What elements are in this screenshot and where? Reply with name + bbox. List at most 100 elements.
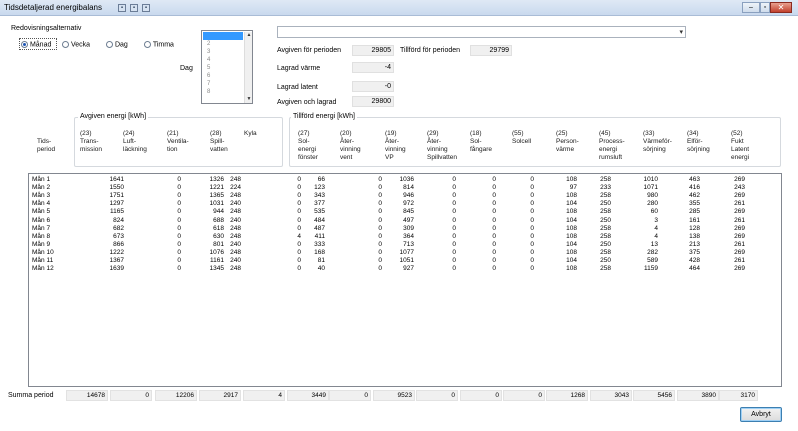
column-header: (34) Elför- sörjning (687, 130, 710, 153)
table-row[interactable]: Mån 5 1165 0 944 248 0 535 0 845 0 0 0 108 258 60 285 26… (29, 208, 781, 216)
table-cell: 0 (177, 208, 181, 216)
table-row[interactable]: Mån 8 673 0 630 248 4 411 0 364 0 0 0 108 258 4 138 269 (29, 233, 781, 241)
table-cell: 343 (314, 192, 325, 200)
scroll-up-icon[interactable]: ▲ (245, 32, 253, 38)
list-item[interactable]: 7 (207, 81, 210, 87)
table-cell: 0 (492, 232, 496, 240)
table-cell: 250 (600, 216, 611, 224)
selected-day-item[interactable] (203, 32, 243, 40)
table-cell: 250 (600, 257, 611, 264)
save-icon[interactable]: ▪ (130, 4, 138, 12)
pin-icon[interactable]: ▪ (118, 4, 126, 12)
close-button[interactable]: ✕ (770, 2, 792, 13)
column-header: (24) Luft- läckning (123, 130, 147, 153)
list-item[interactable]: 6 (207, 73, 210, 79)
table-cell: 377 (314, 200, 325, 208)
scroll-down-icon[interactable]: ▼ (245, 96, 253, 102)
table-cell: 128 (689, 224, 700, 232)
total-value: 12206 (155, 390, 197, 401)
chevron-down-icon[interactable]: ▾ (679, 28, 683, 36)
list-item[interactable]: 3 (207, 49, 210, 55)
table-cell: 0 (177, 192, 181, 200)
minimize-button[interactable]: – (742, 2, 760, 13)
top-dropdown[interactable]: ▾ (277, 26, 686, 38)
table-cell: 240 (230, 216, 241, 224)
table-cell: 258 (600, 224, 611, 232)
table-cell: 258 (600, 248, 611, 256)
radio-dag[interactable]: Dag (106, 41, 128, 48)
total-value: 14678 (66, 390, 108, 401)
list-item[interactable]: 5 (207, 65, 210, 71)
table-cell: 248 (230, 192, 241, 200)
table-row[interactable]: Mån 3 1751 0 1365 248 0 343 0 946 0 0 0 108 258 980 462… (29, 192, 781, 200)
table-cell: 213 (689, 240, 700, 248)
period-cell: Mån 2 (32, 184, 51, 192)
table-cell: 0 (177, 248, 181, 256)
column-header: (28) Spill- vatten (210, 130, 228, 153)
table-cell: 258 (600, 265, 611, 273)
table-cell: 416 (689, 184, 700, 192)
list-item[interactable]: 2 (207, 41, 210, 47)
list-item[interactable]: 4 (207, 57, 210, 63)
table-cell: 535 (314, 208, 325, 216)
table-cell: 240 (230, 240, 241, 248)
table-row[interactable]: Mån 2 1550 0 1221 224 0 123 0 814 0 0 0 97 233 1071 416… (29, 184, 781, 192)
table-cell: 0 (177, 200, 181, 208)
table-cell: 0 (492, 224, 496, 232)
radio-timma[interactable]: Timma (144, 41, 174, 48)
table-cell: 0 (452, 232, 456, 240)
table-row[interactable]: Mån 1 1641 0 1326 248 0 66 0 1036 0 0 0 108 258 1010 46… (29, 176, 781, 184)
table-row[interactable]: Mån 11 1367 0 1161 240 0 81 0 1051 0 0 0 104 250 589 42… (29, 257, 781, 265)
table-cell: 0 (530, 248, 534, 256)
table-row[interactable]: Mån 6 824 0 688 240 0 484 0 497 0 0 0 104 250 3 161 261 (29, 217, 781, 225)
table-cell: 248 (230, 265, 241, 273)
table-cell: 1639 (109, 265, 124, 273)
table-cell: 0 (492, 192, 496, 200)
radio-manad[interactable]: Månad (21, 41, 51, 48)
column-header: Kyla (244, 130, 257, 137)
table-cell: 248 (230, 232, 241, 240)
table-row[interactable]: Mån 12 1639 0 1345 248 0 40 0 927 0 0 0 108 258 1159 46… (29, 265, 781, 273)
table-cell: 682 (113, 224, 124, 232)
table-cell: 972 (403, 200, 414, 208)
table-cell: 0 (530, 216, 534, 224)
table-row[interactable]: Mån 7 682 0 618 248 0 487 0 309 0 0 0 108 258 4 128 269 (29, 225, 781, 233)
table-cell: 1159 (644, 265, 658, 273)
table-cell: 845 (403, 208, 414, 216)
table-cell: 713 (403, 240, 414, 248)
table-cell: 0 (492, 265, 496, 273)
table-row[interactable]: Mån 9 866 0 801 240 0 333 0 713 0 0 0 104 250 13 213 261 (29, 241, 781, 249)
lagrad-varme-value: -4 (352, 62, 394, 73)
table-cell: 0 (452, 257, 456, 264)
table-cell: 261 (734, 216, 745, 224)
radio-dot-icon (106, 41, 113, 48)
totals-label: Summa period (8, 392, 54, 399)
radio-dag-label: Dag (114, 41, 128, 49)
period-cell: Mån 6 (32, 216, 51, 224)
cancel-button[interactable]: Avbryt (740, 407, 782, 422)
title-bar: Tidsdetaljerad energibalans ▪ ▪ ▪ – ▫ ✕ (0, 0, 798, 16)
radio-vecka[interactable]: Vecka (62, 41, 90, 48)
data-table[interactable]: Mån 1 1641 0 1326 248 0 66 0 1036 0 0 0 108 258 1010 46… (28, 173, 782, 387)
table-cell: 261 (734, 200, 745, 208)
table-cell: 4 (654, 224, 658, 232)
table-cell: 464 (689, 265, 700, 273)
table-row[interactable]: Mån 4 1297 0 1031 240 0 377 0 972 0 0 0 104 250 280 355… (29, 200, 781, 208)
column-header: (29) Åter- vinning Spillvatten (427, 130, 457, 161)
list-item[interactable]: 8 (207, 89, 210, 95)
tillford-period-label: Tillförd för perioden (400, 47, 461, 54)
day-listbox[interactable]: 2 3 4 5 6 7 8 ▲ ▼ (201, 30, 253, 104)
avgiven-period-label: Avgiven för perioden (277, 47, 342, 54)
maximize-button[interactable]: ▫ (760, 2, 770, 13)
table-cell: 269 (734, 192, 745, 200)
period-cell: Mån 5 (32, 208, 51, 216)
table-row[interactable]: Mån 10 1222 0 1076 248 0 168 0 1077 0 0 0 108 258 282 3… (29, 249, 781, 257)
table-cell: 1297 (109, 200, 124, 208)
print-icon[interactable]: ▪ (142, 4, 150, 12)
table-cell: 0 (177, 176, 181, 183)
table-cell: 0 (177, 184, 181, 192)
table-cell: 0 (492, 176, 496, 183)
table-cell: 0 (452, 184, 456, 192)
day-list-scrollbar[interactable]: ▲ ▼ (244, 32, 252, 103)
table-cell: 258 (600, 208, 611, 216)
